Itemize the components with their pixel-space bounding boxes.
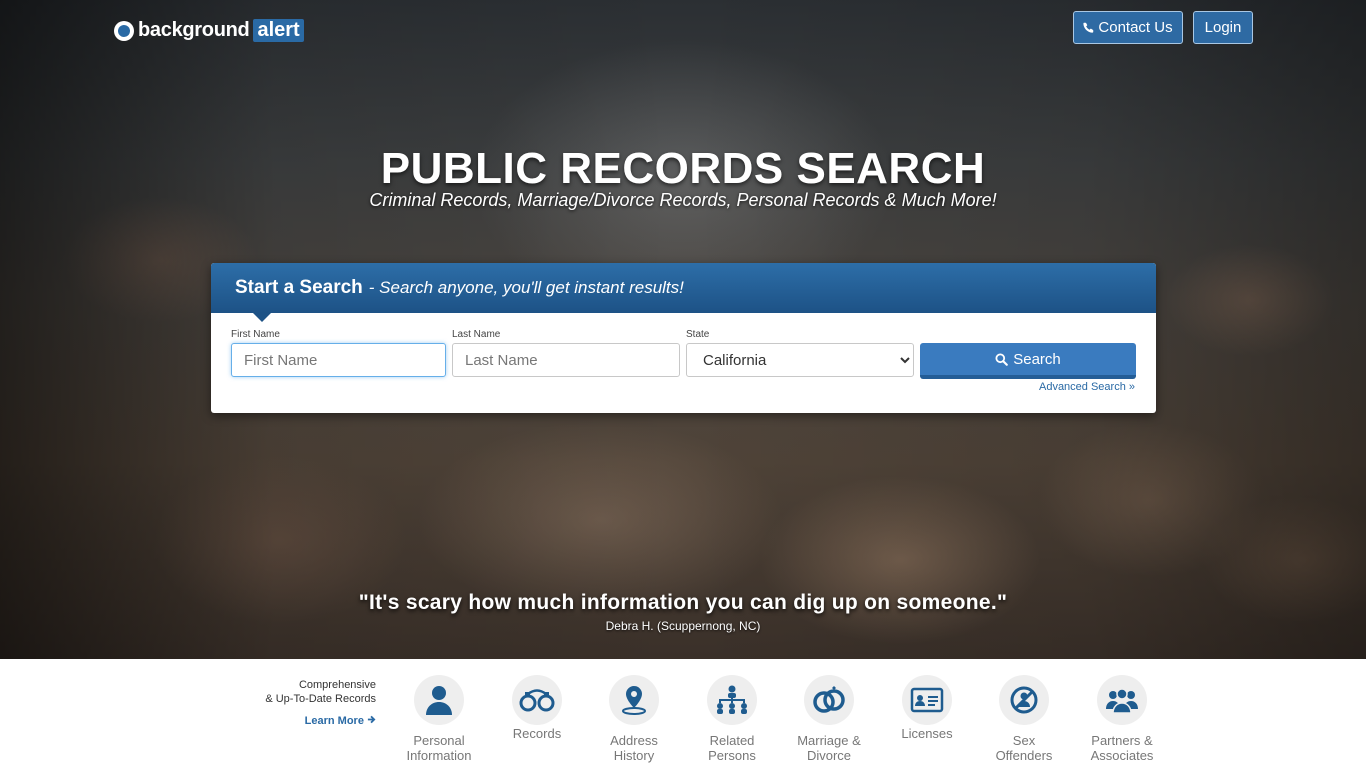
category-label-line-1: Records — [512, 726, 562, 741]
category-label-line-1: Sex — [1012, 733, 1036, 748]
category-label-line-1: Address — [610, 733, 658, 748]
category-marriage-divorce[interactable]: Marriage & Divorce — [781, 675, 877, 763]
category-licenses[interactable]: Licenses — [879, 675, 975, 741]
category-address-history[interactable]: Address History — [586, 675, 682, 763]
handcuffs-icon — [519, 689, 555, 712]
search-button-label: Search — [1013, 350, 1061, 368]
category-label-line-1: Personal — [413, 733, 465, 748]
promo-line-1: Comprehensive — [298, 679, 376, 691]
search-panel-header: Start a Search - Search anyone, you'll g… — [211, 263, 1156, 322]
logo-word: background — [138, 19, 250, 41]
logo-person-icon — [114, 20, 134, 41]
search-button[interactable]: Search — [920, 343, 1136, 379]
testimonial-quote: "It's scary how much information you can… — [358, 591, 1008, 614]
prohibited-icon — [1010, 686, 1038, 714]
first-name-label: First Name — [231, 329, 280, 340]
group-icon — [1106, 688, 1138, 714]
category-label-line-1: Marriage & — [797, 733, 861, 748]
category-partners-associates[interactable]: Partners & Associates — [1074, 675, 1170, 763]
family-tree-icon — [717, 685, 747, 714]
contact-us-label: Contact Us — [1098, 19, 1173, 36]
rings-icon — [813, 686, 845, 713]
phone-icon — [1083, 22, 1094, 33]
person-icon — [426, 686, 452, 715]
category-related-persons[interactable]: Related Persons — [684, 675, 780, 763]
last-name-group: Last Name — [452, 329, 680, 377]
map-pin-icon — [622, 686, 646, 715]
logo-accent: alert — [253, 19, 304, 42]
learn-more-label: Learn More — [304, 715, 364, 727]
category-personal-information[interactable]: Personal Information — [391, 675, 487, 763]
login-label: Login — [1204, 19, 1242, 36]
testimonial-author: Debra H. (Scuppernong, NC) — [605, 619, 761, 633]
arrow-right-icon — [367, 715, 376, 724]
search-panel-tagline: - Search anyone, you'll get instant resu… — [368, 278, 684, 297]
last-name-label: Last Name — [452, 329, 501, 340]
state-label: State — [686, 329, 710, 340]
category-label-line-2: Offenders — [995, 748, 1053, 763]
id-card-icon — [910, 687, 944, 713]
promo-line-2: & Up-To-Date Records — [265, 693, 376, 705]
contact-us-button[interactable]: Contact Us — [1073, 11, 1183, 44]
state-group: State California — [686, 329, 914, 377]
category-label-line-2: Divorce — [806, 748, 852, 763]
category-sex-offenders[interactable]: Sex Offenders — [976, 675, 1072, 763]
site-logo[interactable]: background alert — [114, 19, 304, 42]
login-button[interactable]: Login — [1193, 11, 1253, 44]
category-label-line-2: Persons — [708, 748, 756, 763]
category-label-line-1: Partners & — [1091, 733, 1153, 748]
first-name-input[interactable] — [231, 343, 446, 377]
category-label-line-2: Information — [406, 748, 472, 763]
category-label-line-2: History — [613, 748, 655, 763]
category-label-line-1: Licenses — [901, 726, 953, 741]
search-icon — [995, 352, 1009, 366]
search-panel: Start a Search - Search anyone, you'll g… — [211, 263, 1156, 413]
first-name-group: First Name — [231, 329, 446, 377]
category-records[interactable]: Records — [489, 675, 585, 741]
search-panel-title: Start a Search — [235, 277, 363, 298]
learn-more-link[interactable]: Learn More — [230, 715, 376, 727]
page-subtitle: Criminal Records, Marriage/Divorce Recor… — [369, 190, 997, 210]
category-label-line-1: Related — [709, 733, 755, 748]
last-name-input[interactable] — [452, 343, 680, 377]
category-label-line-2: Associates — [1090, 748, 1154, 763]
state-select[interactable]: California — [686, 343, 914, 377]
promo-text: Comprehensive & Up-To-Date Records — [230, 678, 376, 706]
page-title: PUBLIC RECORDS SEARCH — [380, 144, 986, 193]
advanced-search-link[interactable]: Advanced Search » — [1039, 381, 1135, 393]
